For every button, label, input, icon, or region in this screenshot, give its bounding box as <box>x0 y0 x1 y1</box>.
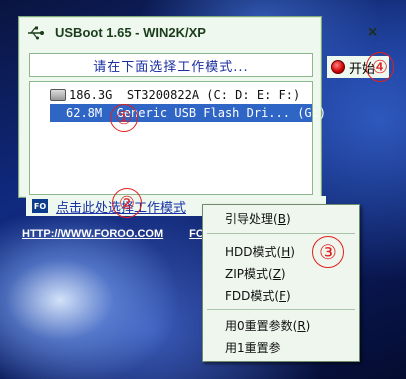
record-icon <box>331 60 345 74</box>
annotation-2: ② <box>112 188 142 218</box>
hdd-icon <box>50 89 66 101</box>
menu-item-boot[interactable]: 引导处理(B) <box>225 210 291 227</box>
menu-item-zip[interactable]: ZIP模式(Z) <box>225 265 286 282</box>
mode-context-menu: 引导处理(B) HDD模式(H) ZIP模式(Z) FDD模式(F) 用0重置参… <box>202 204 360 362</box>
website-link[interactable]: HTTP://WWW.FOROO.COM <box>22 228 163 240</box>
mode-banner: 请在下面选择工作模式... <box>29 53 313 77</box>
app-window: USBoot 1.65 - WIN2K/XP 请在下面选择工作模式... 186… <box>18 16 326 198</box>
list-item-drive-usb[interactable]: 62.8M Generic USB Flash Dri... (G:) <box>50 104 326 132</box>
menu-item-reset-1[interactable]: 用1重置参 <box>225 339 281 356</box>
drive-list[interactable]: 186.3G ST3200822A (C: D: E: F:) 62.8M Ge… <box>29 81 326 195</box>
usb-icon <box>27 25 45 40</box>
annotation-1: ① <box>110 104 138 132</box>
window-title: USBoot 1.65 - WIN2K/XP <box>55 24 206 40</box>
usb-icon <box>50 108 122 132</box>
menu-item-reset-0[interactable]: 用0重置参数(R) <box>225 317 310 334</box>
menu-divider <box>207 233 355 234</box>
title-bar: USBoot 1.65 - WIN2K/XP <box>19 17 321 47</box>
menu-divider <box>207 309 355 310</box>
foroo-logo-icon: FO <box>32 199 48 213</box>
menu-item-fdd[interactable]: FDD模式(F) <box>225 287 291 304</box>
close-button[interactable]: × <box>368 24 377 42</box>
drive-name: ST3200822A (C: D: E: F:) <box>126 88 301 102</box>
drive-name: Generic USB Flash Dri... (G:) <box>116 106 327 120</box>
drive-size: 62.8M <box>66 106 103 120</box>
menu-item-hdd[interactable]: HDD模式(H) <box>225 243 295 260</box>
annotation-3: ③ <box>312 236 344 268</box>
drive-size: 186.3G <box>69 88 113 102</box>
annotation-4: ④ <box>366 52 394 82</box>
list-item-drive-hdd[interactable]: 186.3G ST3200822A (C: D: E: F:) <box>50 86 308 104</box>
website-row: HTTP://WWW.FOROO.COM FO <box>22 226 230 242</box>
